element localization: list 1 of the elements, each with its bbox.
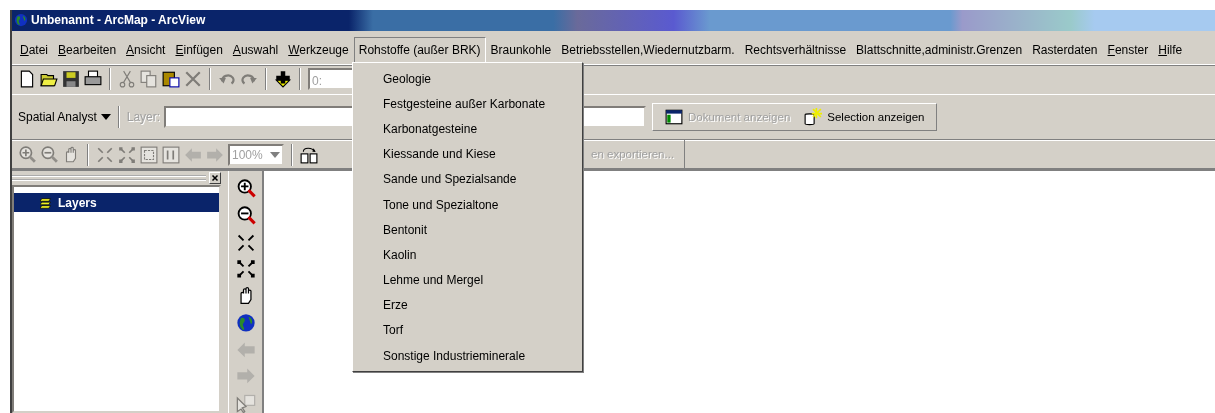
window-title: Unbenannt - ArcMap - ArcView xyxy=(31,12,206,30)
